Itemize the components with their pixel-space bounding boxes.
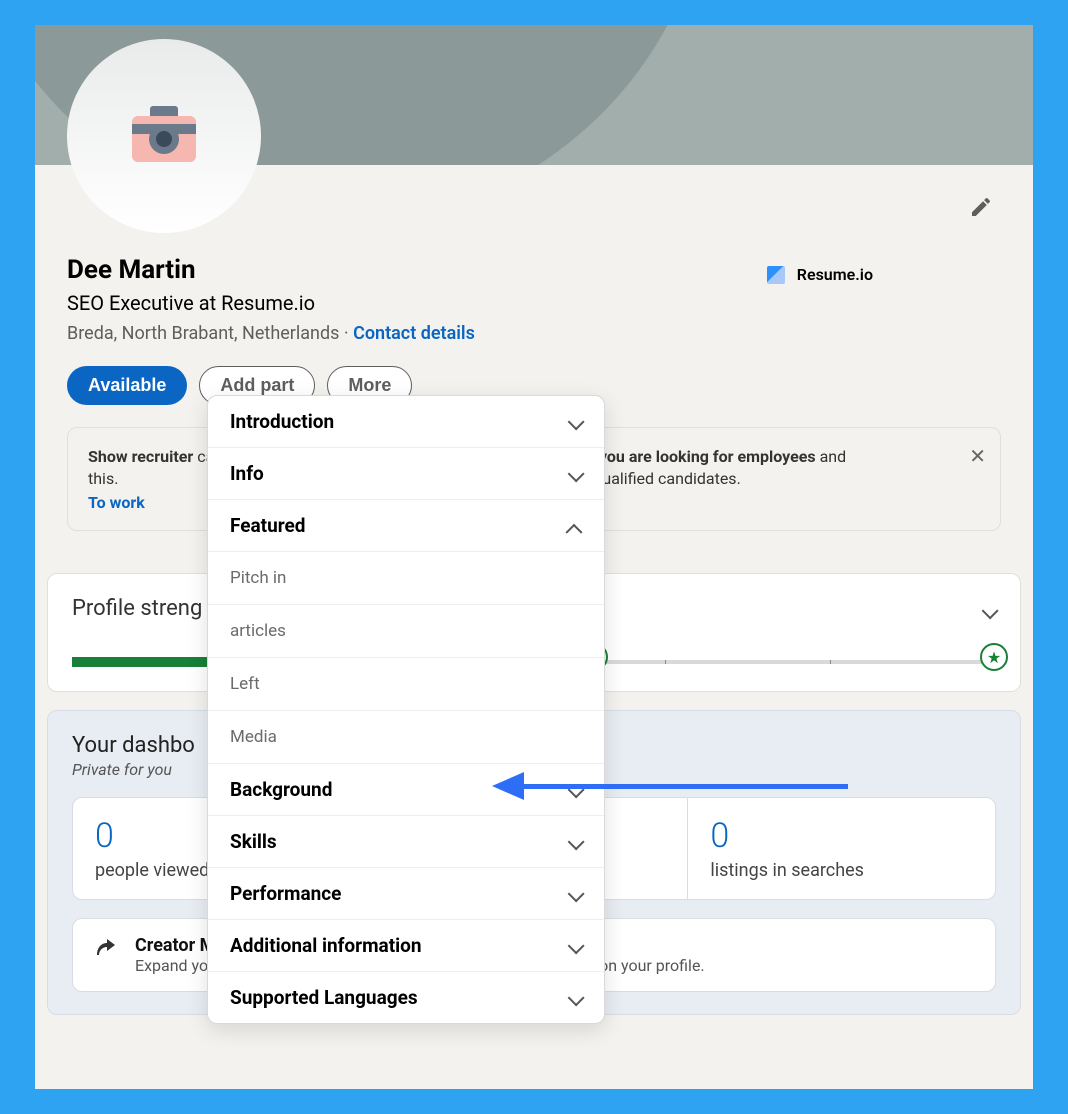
chevron-down-icon[interactable] [982, 600, 996, 619]
dropdown-section-background[interactable]: Background [208, 764, 604, 816]
stat-search-appearances[interactable]: 0 listings in searches [688, 798, 995, 899]
available-button[interactable]: Available [67, 366, 187, 405]
company-chip[interactable]: Resume.io [767, 265, 873, 284]
dropdown-section-introduction[interactable]: Introduction [208, 396, 604, 448]
dropdown-label: Skills [230, 830, 277, 853]
dropdown-section-skills[interactable]: Skills [208, 816, 604, 868]
dropdown-label: Performance [230, 882, 341, 905]
dropdown-subitem-left[interactable]: Left [208, 658, 604, 711]
dropdown-section-info[interactable]: Info [208, 448, 604, 500]
chevron-down-icon [568, 786, 582, 794]
dropdown-section-supported-languages[interactable]: Supported Languages [208, 972, 604, 1023]
company-logo-icon [767, 266, 785, 284]
chevron-down-icon [568, 994, 582, 1002]
chevron-down-icon [568, 890, 582, 898]
dropdown-label: Info [230, 462, 264, 485]
camera-icon [132, 116, 196, 162]
dropdown-subitem-media[interactable]: Media [208, 711, 604, 764]
profile-headline: SEO Executive at Resume.io [67, 291, 1001, 315]
broadcast-icon [95, 937, 121, 965]
dropdown-section-featured[interactable]: Featured [208, 500, 604, 552]
to-work-link[interactable]: To work [88, 493, 145, 512]
chevron-down-icon [568, 942, 582, 950]
dropdown-label: Additional information [230, 934, 422, 957]
chevron-down-icon [568, 838, 582, 846]
close-icon[interactable]: ✕ [969, 444, 986, 468]
dropdown-subitem-pitch-in[interactable]: Pitch in [208, 552, 604, 605]
profile-location: Breda, North Brabant, Netherlands [67, 323, 339, 344]
dropdown-section-performance[interactable]: Performance [208, 868, 604, 920]
dropdown-label: Background [230, 778, 332, 801]
dropdown-subitem-articles[interactable]: articles [208, 605, 604, 658]
dropdown-label: Supported Languages [230, 986, 418, 1009]
star-marker-icon [980, 643, 1008, 671]
contact-details-link[interactable]: Contact details [353, 323, 475, 344]
profile-location-line: Breda, North Brabant, Netherlands · Cont… [67, 323, 1001, 344]
chevron-down-icon [568, 418, 582, 426]
card-left-bold: Show recruiter [88, 447, 193, 466]
profile-strength-title: Profile streng [72, 596, 202, 621]
dropdown-section-additional-information[interactable]: Additional information [208, 920, 604, 972]
dropdown-label: Introduction [230, 410, 334, 433]
chevron-down-icon [568, 470, 582, 478]
company-name: Resume.io [797, 265, 873, 284]
dropdown-label: Featured [230, 514, 305, 537]
add-section-dropdown[interactable]: Introduction Info Featured Pitch inarticles… [207, 395, 605, 1024]
chevron-up-icon [568, 522, 582, 530]
